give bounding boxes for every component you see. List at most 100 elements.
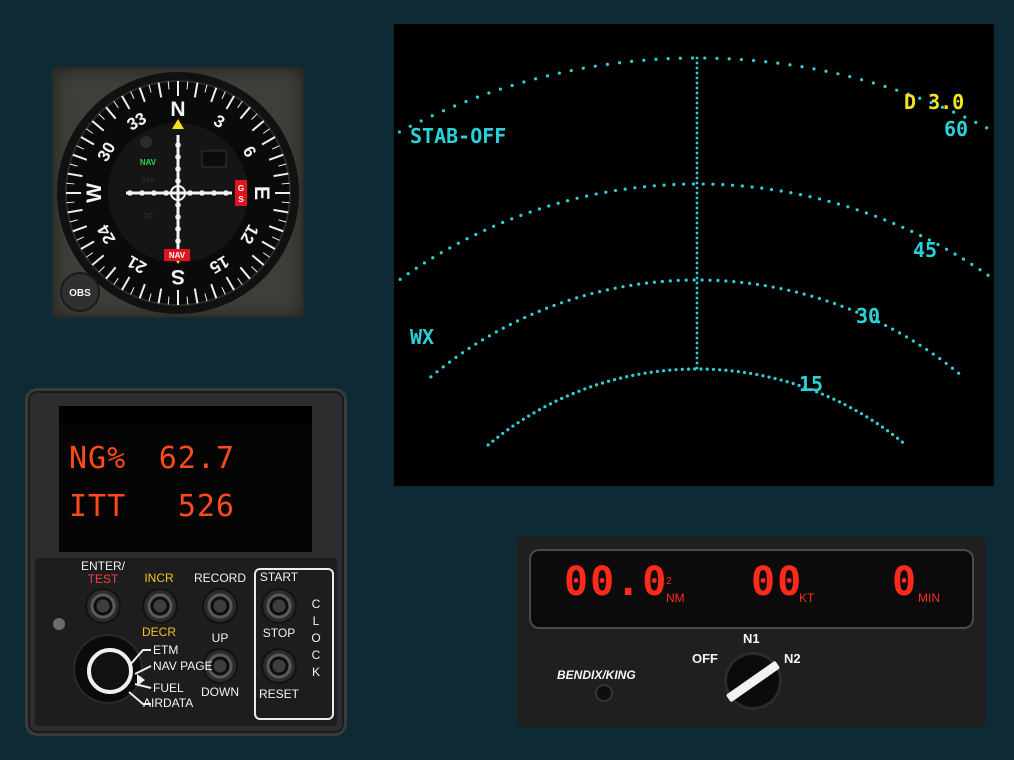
range-arc-dot xyxy=(961,257,966,261)
range-arc-dot xyxy=(848,75,852,79)
range-arc-dot xyxy=(800,65,804,69)
cdi-indicator-dot xyxy=(140,136,152,148)
range-arc-dot xyxy=(721,183,725,187)
rotary-item-airdata: AIRDATA xyxy=(143,696,194,710)
range-arc-dot xyxy=(581,66,585,70)
range-arc-dot xyxy=(464,99,468,104)
heading-line-dot xyxy=(695,191,699,195)
range-arc-dot xyxy=(516,421,520,425)
range-arc-dot xyxy=(711,367,716,372)
range-arc-dot xyxy=(606,379,611,383)
range-arc-dot xyxy=(474,232,478,237)
range-arc-dot xyxy=(460,351,465,355)
range-arc-dot xyxy=(593,64,597,68)
heading-line-dot xyxy=(695,251,699,255)
heading-line-dot xyxy=(695,366,699,370)
range-arc-dot xyxy=(523,315,527,320)
mode-selector-knob[interactable] xyxy=(725,655,781,707)
range-arc-dot xyxy=(825,299,829,303)
heading-line-dot xyxy=(695,341,699,345)
heading-line-dot xyxy=(695,211,699,215)
range-arc-dot xyxy=(748,281,752,285)
selector-n1-label: N1 xyxy=(743,631,760,646)
dme-time-unit: MIN xyxy=(918,591,940,605)
range-arc-dot xyxy=(666,57,670,61)
record-switch[interactable] xyxy=(204,590,236,622)
heading-line-dot xyxy=(695,301,699,305)
range-arc-dot xyxy=(773,376,777,381)
range-arc-dot xyxy=(668,279,672,283)
range-arc-dot xyxy=(918,343,922,347)
range-arc-dot xyxy=(456,241,460,245)
start-label: START xyxy=(259,570,299,584)
start-stop-switch[interactable] xyxy=(263,590,295,622)
heading-line-dot xyxy=(695,91,699,95)
nav-flag-text: NAV xyxy=(140,158,157,167)
reset-switch[interactable] xyxy=(263,650,295,682)
range-arc-dot xyxy=(690,56,695,60)
selector-n2-label: N2 xyxy=(784,651,801,666)
range-arc-dot xyxy=(557,71,561,75)
range-arc-dot xyxy=(447,360,452,364)
heading-line-dot xyxy=(695,206,699,210)
range-arc-dot xyxy=(582,294,586,298)
range-arc-dot xyxy=(931,352,935,356)
heading-line-dot xyxy=(695,146,699,150)
range-arc-dot xyxy=(527,414,531,418)
range-arc-dot xyxy=(577,389,581,393)
range-arc-dot xyxy=(732,280,736,284)
clock-letter: C xyxy=(311,648,321,662)
range-arc-dot xyxy=(680,367,684,371)
itt-value: 526 xyxy=(177,489,235,524)
incr-decr-switch[interactable] xyxy=(144,590,176,622)
range-arc-dot xyxy=(554,399,558,403)
heading-line-dot xyxy=(695,271,699,275)
range-arc-dot xyxy=(788,63,792,67)
range-arc-dot xyxy=(475,95,479,99)
heading-line-dot xyxy=(695,231,699,235)
range-arc-dot xyxy=(854,408,858,413)
range-arc-dot xyxy=(794,290,799,294)
range-arc-dot xyxy=(559,301,564,305)
range-arc-dot xyxy=(674,368,678,372)
heading-line-dot xyxy=(695,221,699,225)
record-label: RECORD xyxy=(193,571,246,585)
range-arc-dot xyxy=(668,368,672,372)
range-arc-dot xyxy=(703,56,707,60)
range-arc-dot xyxy=(970,262,974,266)
range-arc-dot xyxy=(565,394,570,398)
range-arc-dot xyxy=(642,58,646,62)
range-arc-dot xyxy=(621,285,625,289)
heading-line-dot xyxy=(695,236,699,240)
compass-tick xyxy=(186,81,189,90)
range-arc-dot xyxy=(454,355,458,359)
clock-letter: K xyxy=(311,665,320,679)
dme-time: 0 xyxy=(892,559,919,605)
selector-off-label: OFF xyxy=(692,651,718,666)
compass-label: E xyxy=(250,186,273,200)
range-arc-dot xyxy=(678,56,682,60)
incr-label: INCR xyxy=(144,571,174,585)
range-arc-dot xyxy=(864,211,869,215)
range-arc-dot xyxy=(483,228,487,232)
range-arc-dot xyxy=(730,183,735,187)
range-arc-dot xyxy=(718,368,722,372)
heading-line-dot xyxy=(695,351,699,355)
heading-line-dot xyxy=(695,216,699,220)
range-arc-dot xyxy=(711,182,715,186)
range-arc-dot xyxy=(532,411,536,415)
range-arc-dot xyxy=(501,220,505,225)
range-arc-dot xyxy=(422,261,427,265)
compass-label: S xyxy=(171,265,185,288)
rotary-item-nav-page: NAV PAGE xyxy=(153,659,213,673)
heading-line-dot xyxy=(695,306,699,310)
range-arc-dot xyxy=(604,190,608,194)
range-arc-dot xyxy=(986,273,990,277)
range-arc-dot xyxy=(755,372,759,377)
range-arc-dot xyxy=(883,218,887,222)
range-arc-dot xyxy=(870,418,874,422)
radar-screen: STAB-OFF WX D 3.0 60 45 30 15 xyxy=(397,56,990,447)
enter-test-switch[interactable] xyxy=(87,590,119,622)
heading-line-dot xyxy=(695,86,699,90)
compass-tick xyxy=(167,296,170,305)
